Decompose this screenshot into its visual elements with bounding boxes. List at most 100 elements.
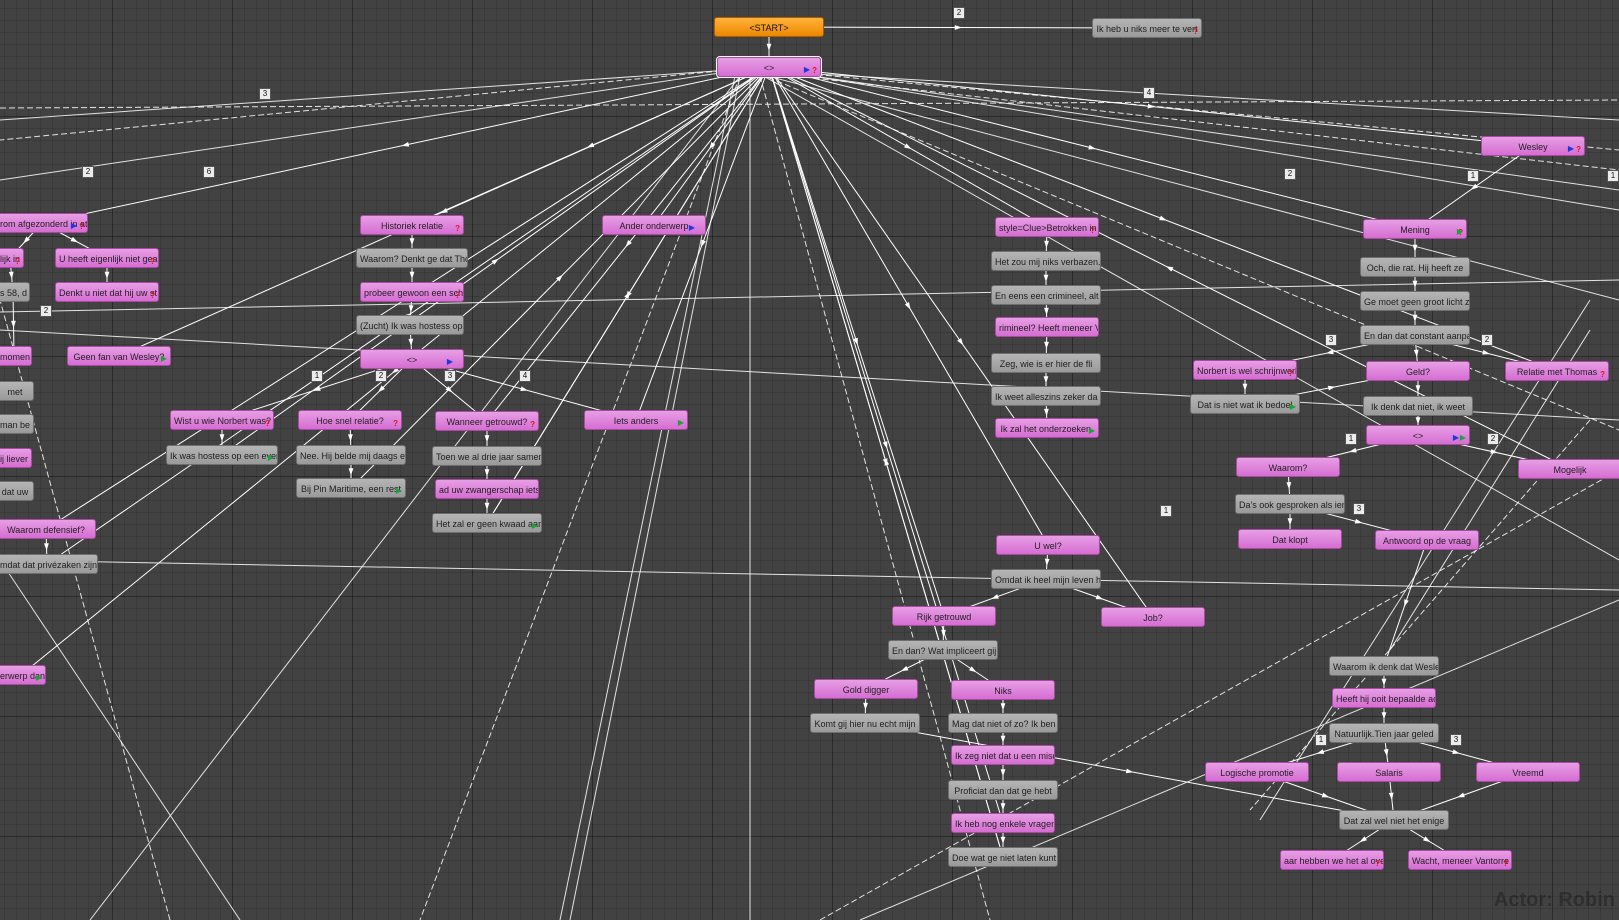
dialogue-node-licht[interactable]: Ge moet geen groot licht z <box>1360 291 1470 311</box>
dialogue-node-liever[interactable]: ij liever <box>0 448 32 468</box>
dialogue-node-mening[interactable]: Mening? ▶ <box>1363 219 1467 239</box>
node-text: (Zucht) Ik was hostess op <box>360 321 463 331</box>
dialogue-node-eigenlijk[interactable]: U heeft eigenlijk niet gea? <box>55 248 159 268</box>
dialogue-node-endan[interactable]: En dan? Wat impliceert gij <box>888 640 998 660</box>
dialogue-node-zeg[interactable]: Zeg, wie is er hier de fli <box>991 353 1101 373</box>
dialogue-node-verbazen[interactable]: Het zou mij niks verbazen. <box>991 251 1101 271</box>
link-priority-badge: 1 <box>1467 170 1479 182</box>
dialogue-node-zucht[interactable]: (Zucht) Ik was hostess op <box>356 315 464 335</box>
dialogue-node-start[interactable]: <START> <box>714 17 824 37</box>
dialogue-node-hebben[interactable]: aar hebben we het al ove? <box>1280 850 1384 870</box>
dialogue-node-wesley[interactable]: Wesley ▶? <box>1481 136 1585 156</box>
dialogue-node-denkniet[interactable]: Ik denk dat niet, ik weet <box>1363 396 1473 416</box>
dialogue-node-rat[interactable]: Och, die rat. Hij heeft ze <box>1360 257 1470 277</box>
dialogue-node-logische[interactable]: Logische promotie <box>1205 762 1309 782</box>
node-text: Waarom? Denkt ge dat Thoma <box>360 254 467 264</box>
dialogue-node-rijk[interactable]: Rijk getrouwd <box>892 606 996 626</box>
dialogue-node-datuw[interactable]: dat uw <box>0 481 34 501</box>
dialogue-node-denkt[interactable]: Denkt u niet dat hij uw st? <box>55 282 159 302</box>
node-text: Niks <box>994 686 1012 696</box>
dialogue-node-fan[interactable]: Geen fan van Wesley? ▶ <box>67 346 171 366</box>
dialogue-node-job[interactable]: Job? <box>1101 607 1205 627</box>
dialogue-node-n58[interactable]: s 58, d <box>0 282 30 302</box>
link-arrowhead <box>491 258 499 265</box>
dialogue-node-thoma[interactable]: Waarom? Denkt ge dat Thoma <box>356 248 468 268</box>
dialogue-node-natuurlijk[interactable]: Natuurlijk.Tien jaar geled <box>1329 723 1439 743</box>
dialogue-node-mag[interactable]: Mag dat niet of zo? Ik ben <box>948 713 1058 733</box>
dialogue-node-getrouwd[interactable]: Wanneer getrouwd?? <box>435 411 539 431</box>
link-arrowhead <box>882 441 888 449</box>
dialogue-node-clue[interactable]: style=Clue>Betrokken in c? <box>995 217 1099 237</box>
node-text: Waarom defensief? <box>7 525 85 535</box>
link-line <box>0 99 1619 109</box>
dialogue-node-afgez[interactable]: rom afgezonderd in ate ▶? <box>0 213 88 233</box>
dialogue-node-vreemd[interactable]: Vreemd <box>1476 762 1580 782</box>
link-arrowhead <box>8 271 14 279</box>
dialogue-node-waarom[interactable]: Waarom? <box>1236 457 1340 477</box>
node-text: Bij Pin Maritime, een rest <box>300 484 402 494</box>
dialogue-node-bedoel[interactable]: Dat is niet wat ik bedoel ▶ <box>1190 394 1300 414</box>
dialogue-node-schrijnwerk[interactable]: Norbert is wel schrijnwerk? <box>1193 360 1297 380</box>
dialogue-node-anders[interactable]: Iets anders ▶ <box>584 410 688 430</box>
dialogue-node-uwel[interactable]: U wel? <box>996 535 1100 555</box>
dialogue-node-omdat[interactable]: Omdat ik heel mijn leven h <box>991 569 1101 589</box>
dialogue-node-momen[interactable]: momen <box>0 346 32 366</box>
dialogue-node-vragen[interactable]: Ik heb nog enkele vragen, <box>951 813 1055 833</box>
dialogue-node-alleszins[interactable]: Ik weet alleszins zeker da <box>991 386 1101 406</box>
dialogue-node-wistu[interactable]: Wist u wie Norbert was?? <box>170 410 274 430</box>
dialogue-node-snel[interactable]: Hoe snel relatie?? <box>298 410 402 430</box>
dialogue-node-privezaken[interactable]: mdat dat privézaken zijn <box>0 554 98 574</box>
node-text: Het zou mij niks verbazen. <box>995 257 1101 267</box>
dialogue-node-nikss[interactable]: Niks <box>951 680 1055 700</box>
dialogue-node-antwoord[interactable]: Antwoord op de vraag <box>1375 530 1479 550</box>
dialogue-node-constant[interactable]: En dan dat constant aanpap <box>1360 325 1470 345</box>
dialogue-node-gold[interactable]: Gold digger <box>814 679 918 699</box>
dialogue-node-hub[interactable]: <> ▶? <box>717 57 821 77</box>
dialogue-node-onderzoeken[interactable]: Ik zal het onderzoeken. ▶ <box>995 418 1099 438</box>
dialogue-node-waaromwesley[interactable]: Waarom ik denk dat Wesley <box>1329 656 1439 676</box>
dialogue-node-hostess[interactable]: Ik was hostess op een even ▶ <box>166 445 278 465</box>
dialogue-node-thomas[interactable]: Relatie met Thomas? <box>1505 361 1609 381</box>
dialogue-node-hub3[interactable]: <> ▶ ▶ <box>1366 425 1470 445</box>
node-text: <> <box>763 63 775 73</box>
dialogue-node-erwerp[interactable]: erwerp dan. ▶ <box>0 665 46 685</box>
dialogue-node-komt[interactable]: Komt gij hier nu echt mijn <box>810 713 920 733</box>
dialogue-node-hub2[interactable]: <> ▶ <box>360 349 464 369</box>
link-line <box>759 73 1619 301</box>
dialogue-node-defensief[interactable]: Waarom defensief? <box>0 519 96 539</box>
dialogue-node-zwanger[interactable]: ad uw zwangerschap iets <box>435 479 539 499</box>
dialogue-node-proficiat[interactable]: Proficiat dan dat ge hebt <box>948 780 1058 800</box>
dialogue-node-misd[interactable]: Ik zeg niet dat u een misd <box>951 745 1055 765</box>
dialogue-node-nee[interactable]: Nee. Hij belde mij daags e <box>296 445 406 465</box>
dialogue-node-kwaad[interactable]: Het zal er geen kwaad aan ▶ <box>432 513 542 533</box>
dialogue-node-klopt[interactable]: Dat klopt <box>1238 529 1342 549</box>
node-text: Relatie met Thomas <box>1516 367 1598 377</box>
node-text: Gold digger <box>842 685 890 695</box>
dialogue-node-salaris[interactable]: Salaris <box>1337 762 1441 782</box>
dialogue-node-rimineel[interactable]: rimineel? Heeft meneer Va <box>995 317 1099 337</box>
link-priority-badge: 4 <box>1143 87 1155 99</box>
dialogue-node-probeer[interactable]: probeer gewoon een sch? <box>360 282 464 302</box>
blue-arrow-icon: ▶ <box>1567 144 1574 153</box>
dialogue-node-gesproken[interactable]: Da's ook gesproken als iem <box>1235 494 1345 514</box>
dialogue-node-niks[interactable]: Ik heb u niks meer te vert? <box>1092 18 1202 38</box>
dialogue-node-onderwerp[interactable]: Ander onderwerp ▶ <box>602 215 706 235</box>
dialogue-node-crimineel[interactable]: En eens een crimineel, alt <box>991 285 1101 305</box>
link-arrowhead <box>1381 678 1387 686</box>
dialogue-node-ooit[interactable]: Heeft hij ooit bepaalde ac <box>1332 688 1436 708</box>
node-text: Heeft hij ooit bepaalde ac <box>1336 694 1436 704</box>
dialogue-node-geld[interactable]: Geld? <box>1366 361 1470 381</box>
dialogue-node-manbe[interactable]: man be <box>0 414 34 434</box>
dialogue-node-enige[interactable]: Dat zal wel niet het enige <box>1339 810 1449 830</box>
dialogue-node-historiek[interactable]: Historiek relatie? <box>360 215 464 235</box>
link-arrowhead <box>1043 274 1049 282</box>
dialogue-node-doe[interactable]: Doe wat ge niet laten kunt <box>948 847 1058 867</box>
dialogue-node-toen[interactable]: Toen we al drie jaar samen <box>432 446 542 466</box>
dialogue-node-met[interactable]: met <box>0 381 34 401</box>
link-arrowhead <box>863 702 868 710</box>
dialogue-node-vantorre[interactable]: Wacht, meneer Vantorre ga? <box>1408 850 1512 870</box>
dialogue-node-pin[interactable]: Bij Pin Maritime, een rest ▶ <box>296 478 406 498</box>
dialogue-node-mogelijk[interactable]: Mogelijk <box>1518 459 1619 479</box>
node-text: <> <box>1412 431 1424 441</box>
dialogue-node-lijkin[interactable]: lijk in? <box>0 248 24 268</box>
